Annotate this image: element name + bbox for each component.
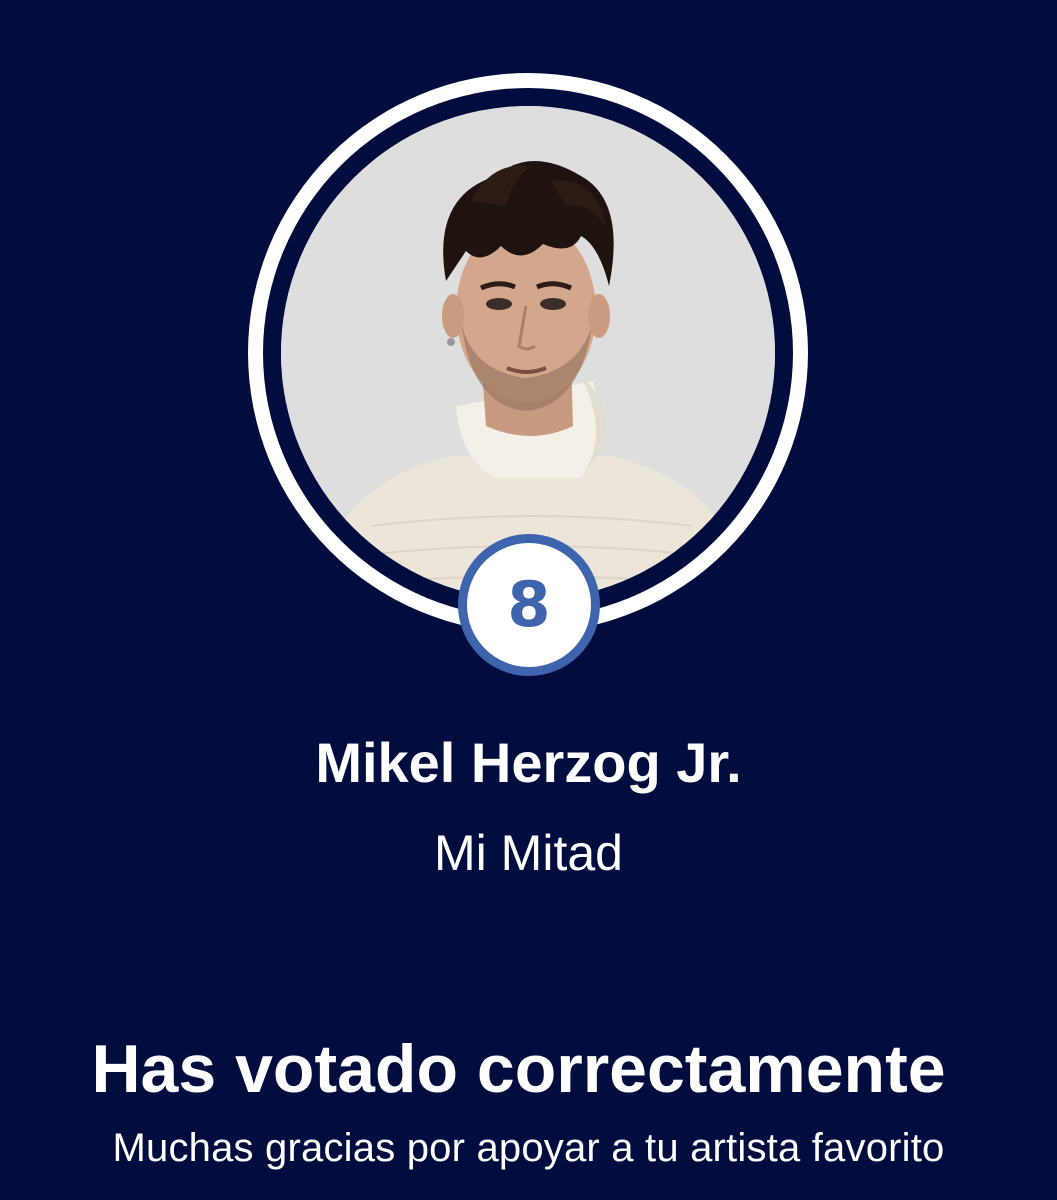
thanks-message: Muchas gracias por apoyar a tu artista f…: [112, 1126, 945, 1170]
candidate-number: 8: [507, 568, 551, 641]
artist-portrait-illustration: [281, 106, 775, 600]
vote-confirmation-title: Has votado correctamente: [91, 1031, 946, 1107]
song-title: Mi Mitad: [434, 825, 623, 881]
candidate-number-badge: 8: [458, 534, 600, 676]
artist-photo: [281, 106, 775, 600]
artist-name: Mikel Herzog Jr.: [315, 731, 742, 794]
